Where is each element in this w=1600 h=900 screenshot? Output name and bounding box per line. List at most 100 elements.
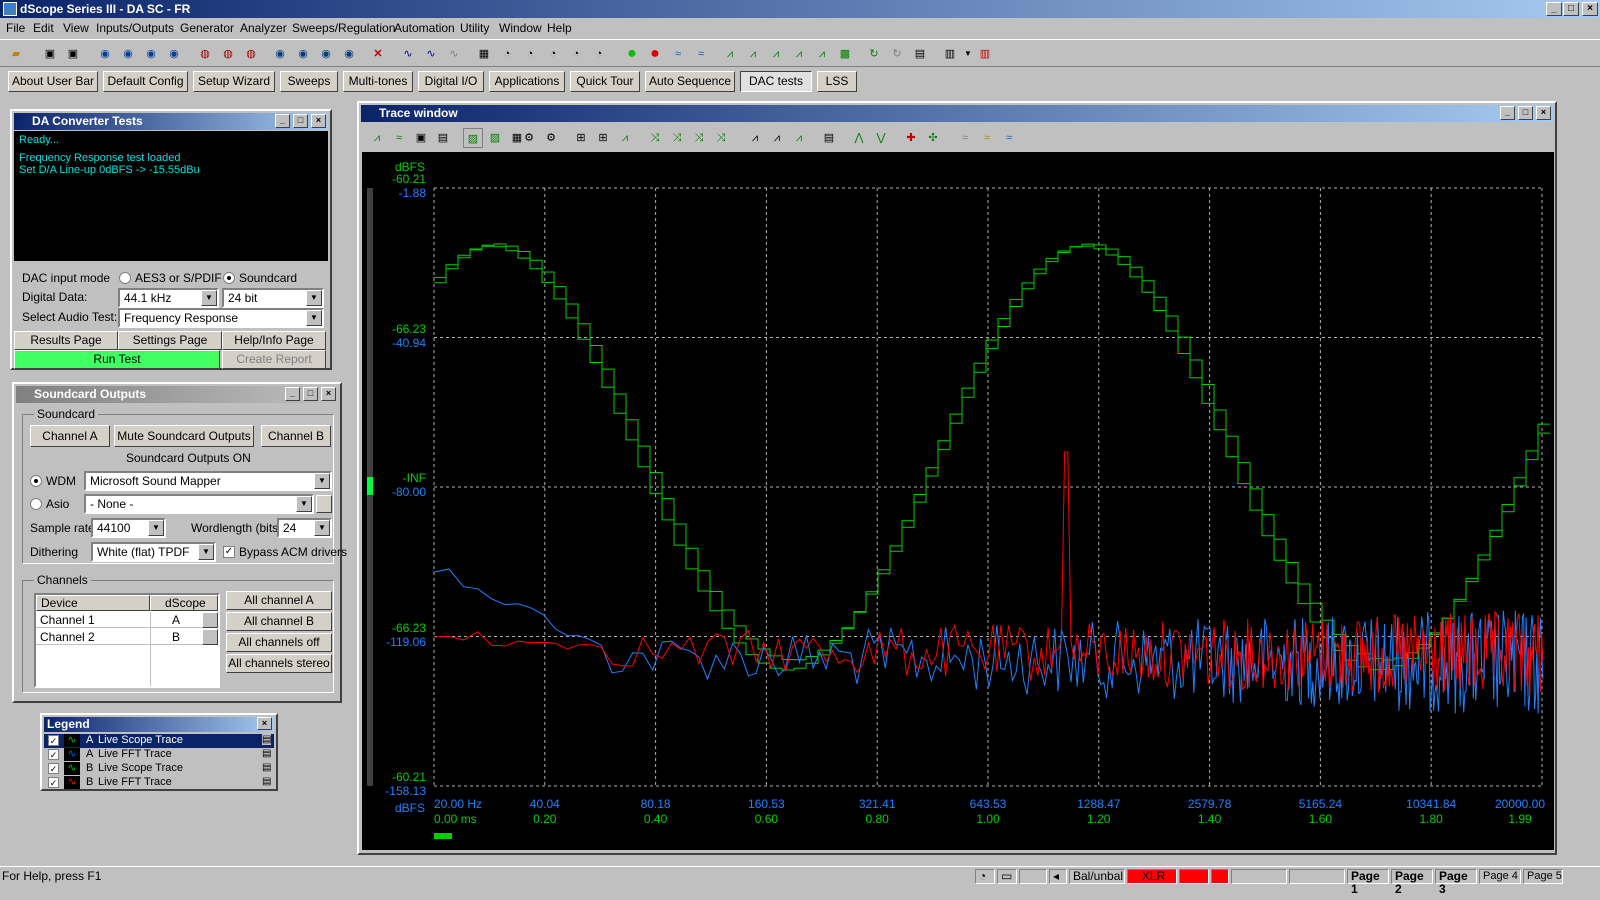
sweep-icon[interactable]: ⩘ <box>720 44 740 64</box>
automation-icon[interactable]: ↻ <box>864 44 884 64</box>
mute-outputs-button[interactable]: Mute Soundcard Outputs <box>114 425 254 447</box>
menu-file[interactable]: File <box>6 21 25 35</box>
legend-checkbox[interactable]: ✓ <box>48 763 59 774</box>
dip-icon[interactable]: ⋁ <box>871 128 891 148</box>
meter-icon[interactable]: ◔ <box>589 44 609 64</box>
page-5-tab[interactable]: Page 5 <box>1523 869 1563 884</box>
table-row[interactable]: Channel 1 A <box>36 612 218 628</box>
settings-page-button[interactable]: Settings Page <box>118 331 222 350</box>
cursor-icon[interactable]: ⤨ <box>667 128 687 148</box>
all-channel-a-button[interactable]: All channel A <box>226 591 332 610</box>
page-1-tab[interactable]: Page 1 <box>1347 869 1389 896</box>
close-icon[interactable]: × <box>321 387 336 401</box>
trace-tool-icon[interactable]: ⩘ <box>367 128 387 148</box>
filter-icon[interactable]: ≈ <box>955 128 975 148</box>
legend-item[interactable]: ✓ ∿ B Live Scope Trace ▤ <box>44 762 274 776</box>
menu-analyzer[interactable]: Analyzer <box>240 21 287 35</box>
analyzer-icon[interactable]: ∿ <box>444 44 464 64</box>
zoom-x-icon[interactable]: ⊞ <box>571 128 591 148</box>
all-channels-off-button[interactable]: All channels off <box>226 633 332 652</box>
chevron-down-icon[interactable]: ▼ <box>148 520 164 536</box>
filter-icon[interactable]: ≈ <box>977 128 997 148</box>
wdm-device-select[interactable]: Microsoft Sound Mapper ▼ <box>84 471 332 491</box>
close-icon[interactable]: × <box>1536 106 1551 120</box>
multitones-button[interactable]: Multi-tones <box>343 71 413 92</box>
cursor-icon[interactable]: ⤨ <box>711 128 731 148</box>
bypass-acm-checkbox[interactable]: ✓ <box>223 546 235 558</box>
stop-icon[interactable]: ✕ <box>368 44 388 64</box>
chevron-down-icon[interactable]: ▼ <box>201 290 217 306</box>
menu-view[interactable]: View <box>63 21 89 35</box>
trace-icon[interactable]: ≈ <box>691 44 711 64</box>
sample-rate-select[interactable]: 44.1 kHz ▼ <box>118 288 219 308</box>
output-icon[interactable]: ◉ <box>118 44 138 64</box>
chevron-down-icon[interactable] <box>202 629 218 645</box>
quick-tour-button[interactable]: Quick Tour <box>570 71 640 92</box>
chevron-down-icon[interactable]: ▼ <box>314 473 330 489</box>
asio-settings-button[interactable] <box>316 495 332 513</box>
soundcard-radio[interactable] <box>223 272 235 284</box>
trace-properties-icon[interactable]: ▤ <box>262 734 272 745</box>
graph-icon[interactable]: ▨ <box>463 128 483 148</box>
close-icon[interactable]: × <box>1582 2 1598 16</box>
marker-icon[interactable]: ⩘ <box>789 128 809 148</box>
reference-icon[interactable]: ◍ <box>218 44 238 64</box>
automation-icon[interactable]: ↻ <box>887 44 907 64</box>
table-row[interactable]: Channel 2 B <box>36 629 218 645</box>
output-icon[interactable]: ◉ <box>95 44 115 64</box>
menu-automation[interactable]: Automation <box>394 21 455 35</box>
menu-window[interactable]: Window <box>499 21 542 35</box>
analyzer-icon[interactable]: ∿ <box>421 44 441 64</box>
report-icon[interactable]: ▥ <box>940 44 960 64</box>
meter-icon[interactable]: ◔ <box>520 44 540 64</box>
save-icon[interactable]: ▣ <box>411 128 431 148</box>
setup-wizard-button[interactable]: Setup Wizard <box>193 71 275 92</box>
menu-generator[interactable]: Generator <box>180 21 234 35</box>
save-as-icon[interactable]: ▣ <box>63 44 83 64</box>
automation-icon[interactable]: ▤ <box>910 44 930 64</box>
lss-button[interactable]: LSS <box>817 71 857 92</box>
asio-radio[interactable] <box>30 498 42 510</box>
about-user-bar-button[interactable]: About User Bar <box>8 71 98 92</box>
channel-a-button[interactable]: Channel A <box>30 425 110 447</box>
digital-io-button[interactable]: Digital I/O <box>418 71 484 92</box>
sweep-icon[interactable]: ⩘ <box>812 44 832 64</box>
reference-icon[interactable]: ◍ <box>195 44 215 64</box>
help-page-button[interactable]: Help/Info Page <box>222 331 326 350</box>
page-3-tab[interactable]: Page 3 <box>1435 869 1477 896</box>
autoscale-icon[interactable]: ⩘ <box>615 128 635 148</box>
input-icon[interactable]: ◉ <box>316 44 336 64</box>
minimize-icon[interactable]: _ <box>285 387 300 401</box>
maximize-icon[interactable]: □ <box>1518 106 1533 120</box>
legend-checkbox[interactable]: ✓ <box>48 749 59 760</box>
input-icon[interactable]: ◉ <box>293 44 313 64</box>
meter-icon[interactable]: ◔ <box>543 44 563 64</box>
cursor-icon[interactable]: ⤨ <box>689 128 709 148</box>
wdm-radio[interactable] <box>30 475 42 487</box>
add-cursor-icon[interactable]: ✚ <box>901 128 921 148</box>
page-4-tab[interactable]: Page 4 <box>1479 869 1521 884</box>
chevron-down-icon[interactable]: ▼ <box>306 290 322 306</box>
create-report-button[interactable]: Create Report <box>222 350 326 369</box>
input-icon[interactable]: ◉ <box>339 44 359 64</box>
menu-sweeps[interactable]: Sweeps/Regulation <box>292 21 395 35</box>
sweep-icon[interactable]: ⩘ <box>766 44 786 64</box>
cursor-icon[interactable]: ⤨ <box>645 128 665 148</box>
trace-properties-icon[interactable]: ▤ <box>262 762 272 773</box>
record-red-icon[interactable]: ● <box>645 44 665 64</box>
scroll-indicator[interactable] <box>434 833 452 839</box>
analyzer-icon[interactable]: ∿ <box>398 44 418 64</box>
asio-device-select[interactable]: - None - ▼ <box>84 494 314 514</box>
maximize-icon[interactable]: □ <box>303 387 318 401</box>
minimize-icon[interactable]: _ <box>1546 2 1562 16</box>
maximize-icon[interactable]: □ <box>293 114 308 128</box>
filter-icon[interactable]: ≈ <box>999 128 1019 148</box>
input-icon[interactable]: ◉ <box>270 44 290 64</box>
copy-icon[interactable]: ▤ <box>433 128 453 148</box>
minimize-icon[interactable]: _ <box>275 114 290 128</box>
run-green-icon[interactable]: ● <box>622 44 642 64</box>
aes-radio[interactable] <box>119 272 131 284</box>
auto-sequence-button[interactable]: Auto Sequence <box>645 71 735 92</box>
legend-checkbox[interactable]: ✓ <box>48 735 59 746</box>
properties-icon[interactable]: ⚙ <box>541 128 561 148</box>
